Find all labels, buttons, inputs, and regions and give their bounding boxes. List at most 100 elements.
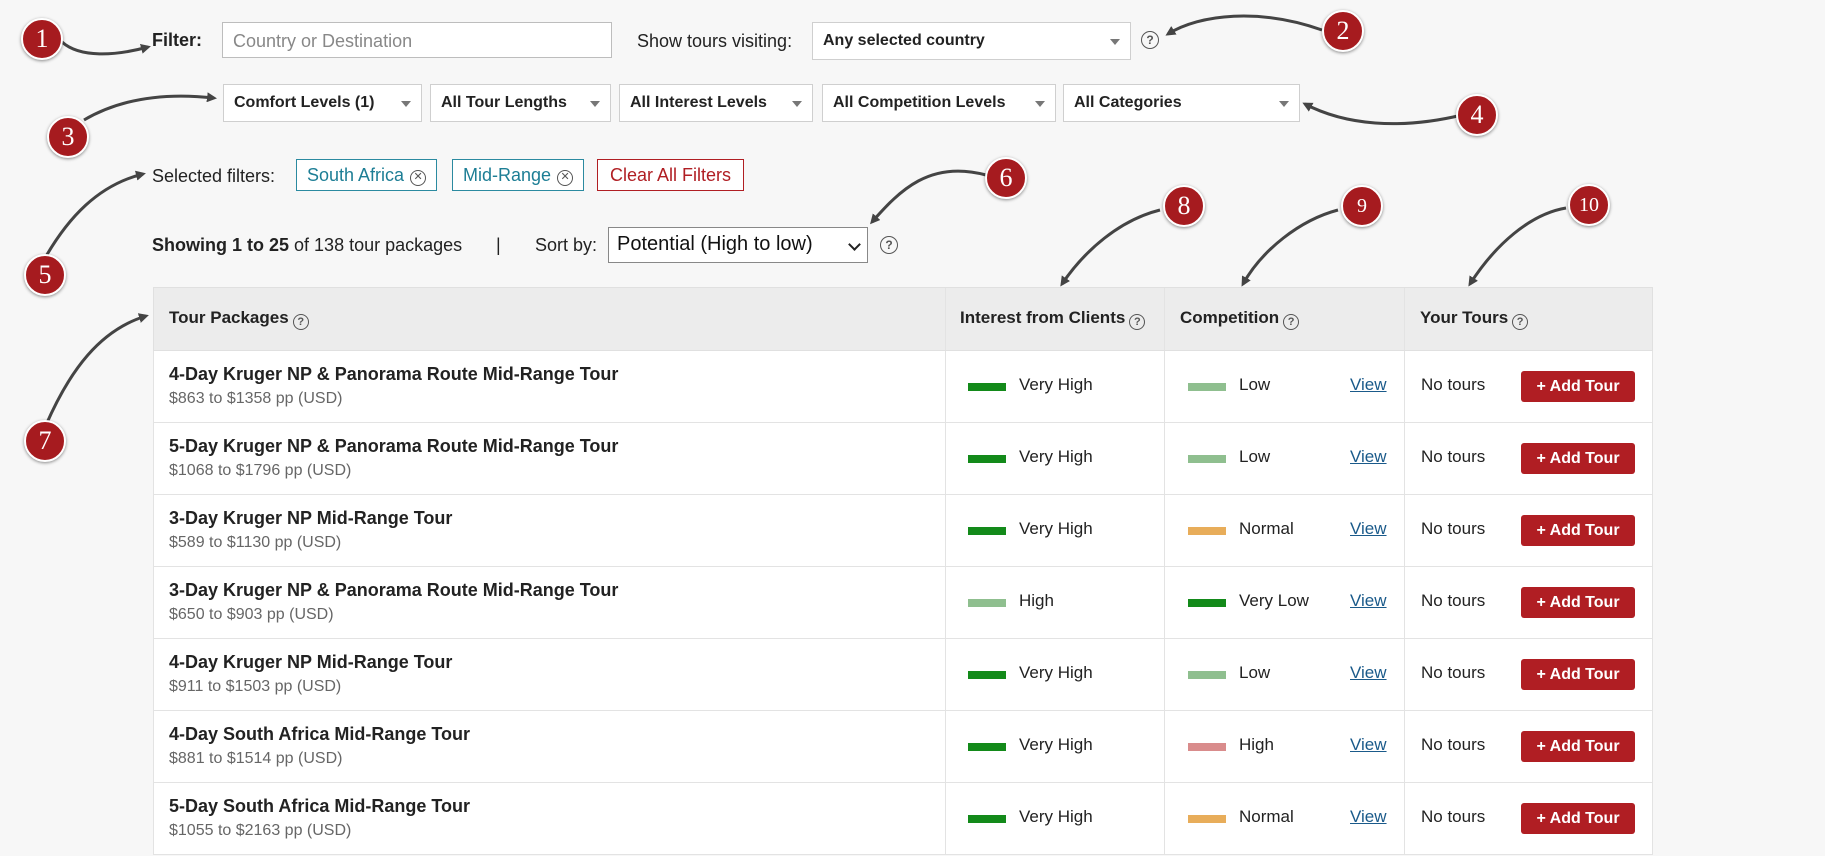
header-your-tours: Your Tours? [1420,308,1529,330]
tour-name[interactable]: 3-Day Kruger NP & Panorama Route Mid-Ran… [169,580,618,601]
view-competition-link[interactable]: View [1350,663,1387,683]
chip-label: Mid-Range [463,165,552,185]
interest-level-bar [968,743,1006,751]
tour-price: $1055 to $2163 pp (USD) [169,822,352,839]
add-tour-button[interactable]: + Add Tour [1521,371,1635,402]
your-tours-status: No tours [1421,807,1486,826]
competition-level: Normal [1239,519,1294,538]
competition-levels-dropdown[interactable]: All Competition Levels [822,84,1056,122]
separator: | [496,235,501,255]
tour-name[interactable]: 4-Day Kruger NP & Panorama Route Mid-Ran… [169,364,618,385]
table-row: 5-Day Kruger NP & Panorama Route Mid-Ran… [153,423,1653,495]
help-icon[interactable]: ? [292,314,309,330]
competition-level-bar [1188,455,1226,463]
your-tours-status: No tours [1421,735,1486,754]
interest-level: High [1019,591,1054,610]
add-tour-button[interactable]: + Add Tour [1521,443,1635,474]
caret-down-icon [1035,101,1045,107]
tour-name[interactable]: 4-Day Kruger NP Mid-Range Tour [169,652,452,673]
tour-name[interactable]: 5-Day Kruger NP & Panorama Route Mid-Ran… [169,436,618,457]
clear-all-filters-button[interactable]: Clear All Filters [597,159,745,191]
comfort-levels-label: Comfort Levels (1) [234,94,375,111]
add-tour-button[interactable]: + Add Tour [1521,515,1635,546]
add-tour-button[interactable]: + Add Tour [1521,731,1635,762]
marker-6: 6 [985,157,1027,199]
competition-level: Low [1239,447,1271,466]
marker-1: 1 [21,18,63,60]
view-competition-link[interactable]: View [1350,519,1387,539]
help-icon[interactable]: ? [1129,314,1146,330]
chevron-down-icon [848,238,861,251]
caret-down-icon [1110,39,1120,45]
tour-price: $863 to $1358 pp (USD) [169,390,343,407]
tour-price: $881 to $1514 pp (USD) [169,750,343,767]
sort-label: Sort by: [535,235,598,255]
table-header: Tour Packages? Interest from Clients? Co… [153,287,1653,351]
interest-level: Very High [1019,519,1093,538]
filter-label: Filter: [152,30,203,50]
table-row: 5-Day South Africa Mid-Range Tour $1055 t… [153,783,1653,855]
header-tour-packages: Tour Packages? [169,308,309,330]
competition-level-bar [1188,743,1226,751]
tour-price: $911 to $1503 pp (USD) [169,678,342,695]
tour-name[interactable]: 3-Day Kruger NP Mid-Range Tour [169,508,452,529]
interest-level: Very High [1019,375,1093,394]
interest-level-bar [968,599,1006,607]
interest-levels-dropdown[interactable]: All Interest Levels [619,84,813,122]
table-row: 4-Day Kruger NP Mid-Range Tour $911 to $1… [153,639,1653,711]
competition-level: High [1239,735,1274,754]
tour-name[interactable]: 4-Day South Africa Mid-Range Tour [169,724,470,745]
add-tour-button[interactable]: + Add Tour [1521,587,1635,618]
interest-levels-label: All Interest Levels [630,94,767,111]
visiting-country-value: Any selected country [823,32,985,49]
marker-3: 3 [47,116,89,158]
caret-down-icon [401,101,411,107]
marker-10: 10 [1568,184,1610,226]
view-competition-link[interactable]: View [1350,735,1387,755]
view-competition-link[interactable]: View [1350,447,1387,467]
your-tours-status: No tours [1421,375,1486,394]
header-competition: Competition? [1180,308,1300,330]
chip-label: South Africa [307,165,405,185]
view-competition-link[interactable]: View [1350,591,1387,611]
help-icon[interactable]: ? [1283,314,1300,330]
results-summary: Showing 1 to 25 of 138 tour packages [152,235,462,256]
filter-chip-south-africa[interactable]: South Africa ✕ [296,159,438,191]
your-tours-status: No tours [1421,591,1486,610]
caret-down-icon [590,101,600,107]
tour-name[interactable]: 5-Day South Africa Mid-Range Tour [169,796,470,817]
help-icon[interactable]: ? [880,236,898,254]
add-tour-button[interactable]: + Add Tour [1521,659,1635,690]
remove-chip-icon[interactable]: ✕ [557,170,574,186]
header-label: Your Tours [1420,308,1509,327]
filter-chip-mid-range[interactable]: Mid-Range ✕ [452,159,585,191]
help-icon[interactable]: ? [1141,31,1159,49]
visiting-country-select[interactable]: Any selected country [812,22,1131,60]
caret-down-icon [792,101,802,107]
competition-level-bar [1188,815,1226,823]
competition-level-bar [1188,383,1226,391]
competition-level: Low [1239,375,1271,394]
interest-level-bar [968,671,1006,679]
competition-level-bar [1188,599,1226,607]
add-tour-button[interactable]: + Add Tour [1521,803,1635,834]
results-range: Showing 1 to 25 [152,235,290,255]
competition-levels-label: All Competition Levels [833,94,1006,111]
your-tours-status: No tours [1421,663,1486,682]
comfort-levels-dropdown[interactable]: Comfort Levels (1) [223,84,422,122]
your-tours-status: No tours [1421,519,1486,538]
view-competition-link[interactable]: View [1350,375,1387,395]
sort-select[interactable]: Potential (High to low) [608,227,868,263]
destination-filter-input[interactable]: Country or Destination [222,22,612,58]
remove-chip-icon[interactable]: ✕ [410,170,427,186]
competition-level-bar [1188,527,1226,535]
help-icon[interactable]: ? [1512,314,1529,330]
interest-level-bar [968,455,1006,463]
header-interest: Interest from Clients? [960,308,1146,330]
table-row: 3-Day Kruger NP & Panorama Route Mid-Ran… [153,567,1653,639]
categories-dropdown[interactable]: All Categories [1063,84,1300,122]
header-label: Interest from Clients [960,308,1126,327]
view-competition-link[interactable]: View [1350,807,1387,827]
competition-level: Low [1239,663,1271,682]
tour-lengths-dropdown[interactable]: All Tour Lengths [430,84,611,122]
